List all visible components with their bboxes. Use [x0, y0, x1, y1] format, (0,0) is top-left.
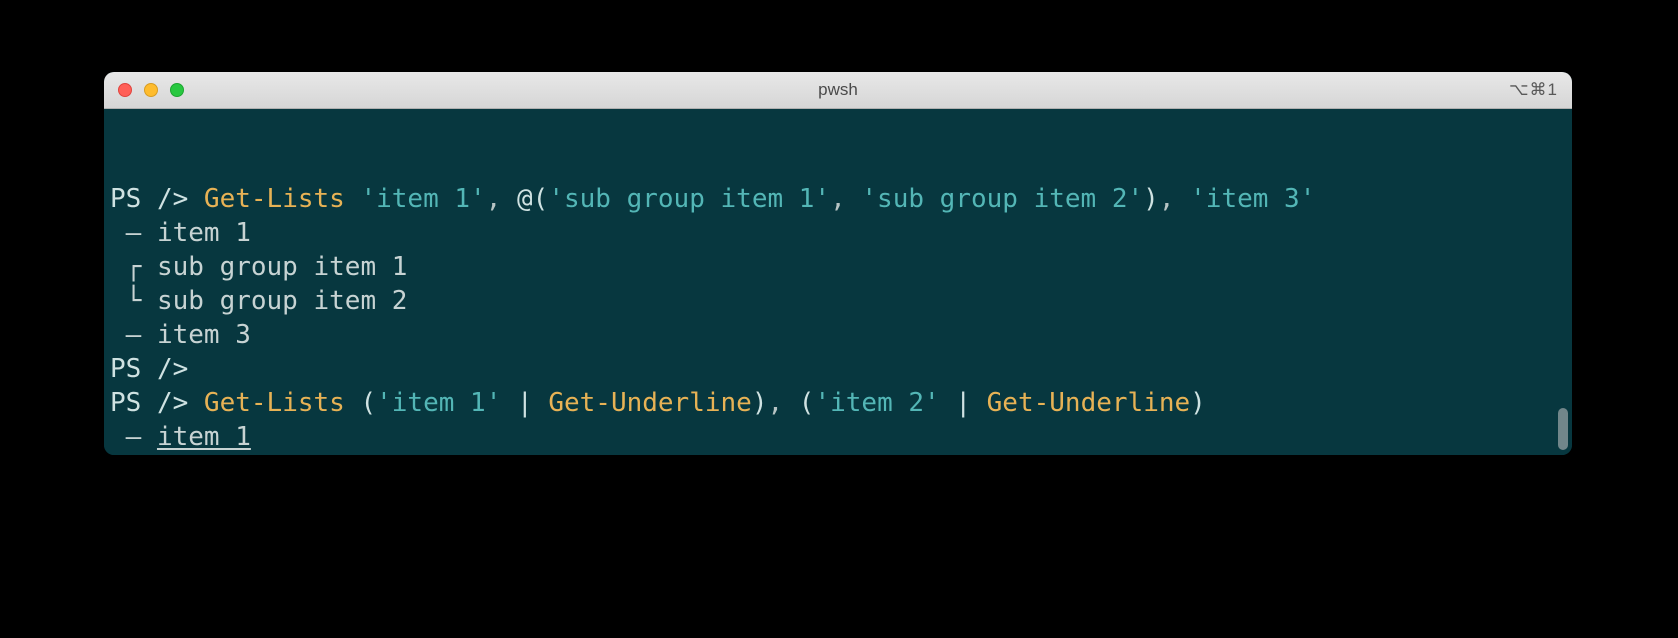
terminal-output-line: ┌ sub group item 1 [110, 250, 1566, 284]
terminal-text-segment: item 1 [157, 422, 251, 452]
window-title: pwsh [104, 80, 1572, 100]
terminal-text-segment: 'sub group item 1' [548, 184, 830, 214]
terminal-output-line: — item 3 [110, 318, 1566, 352]
terminal-command-line: PS /> Get-Lists ('item 1' | Get-Underlin… [110, 386, 1566, 420]
terminal-text-segment: ) [1143, 184, 1159, 214]
close-window-button[interactable] [118, 83, 132, 97]
terminal-text-segment: ) [1190, 388, 1206, 418]
terminal-output-line: — item 1 [110, 216, 1566, 250]
terminal-text-segment: Get-Lists [204, 388, 361, 418]
terminal-text-segment: 'item 3' [1190, 184, 1315, 214]
terminal-output-line: PS /> [110, 352, 1566, 386]
terminal-command-line: PS /> Get-Lists 'item 1', @('sub group i… [110, 182, 1566, 216]
terminal-text-segment: ( [360, 388, 376, 418]
terminal-text-segment: , [767, 388, 798, 418]
terminal-window: pwsh ⌥⌘1 PS /> Get-Lists 'item 1', @('su… [104, 72, 1572, 455]
terminal-text-segment: | [940, 388, 987, 418]
terminal-text-segment: PS /> [110, 388, 204, 418]
terminal-text-segment: 'sub group item 2' [861, 184, 1143, 214]
terminal-text-segment: Get-Lists [204, 184, 361, 214]
terminal-text-segment: PS /> [110, 184, 204, 214]
terminal-text-segment: 'item 1' [360, 184, 485, 214]
terminal-text-segment: @( [517, 184, 548, 214]
terminal-text-segment: ) [752, 388, 768, 418]
terminal-text-segment: └ sub group item 2 [110, 286, 407, 316]
zoom-window-button[interactable] [170, 83, 184, 97]
terminal-text-segment: | [501, 388, 548, 418]
terminal-text-segment: , [486, 184, 517, 214]
traffic-lights [104, 83, 184, 97]
window-shortcut-label: ⌥⌘1 [1509, 80, 1558, 100]
scrollbar-thumb[interactable] [1558, 408, 1568, 450]
terminal-text-segment: — item 3 [110, 320, 251, 350]
terminal-output-line: — item 1 [110, 420, 1566, 454]
terminal-text-segment: Get-Underline [548, 388, 752, 418]
terminal-text-segment: Get-Underline [987, 388, 1191, 418]
minimize-window-button[interactable] [144, 83, 158, 97]
terminal-text-segment: 'item 2' [814, 388, 939, 418]
terminal-text-segment: PS /> [110, 354, 188, 384]
terminal-text-segment: ┌ sub group item 1 [110, 252, 407, 282]
terminal-text-segment: 'item 1' [376, 388, 501, 418]
terminal-text-segment: , [1159, 184, 1190, 214]
terminal-body[interactable]: PS /> Get-Lists 'item 1', @('sub group i… [104, 109, 1572, 455]
terminal-text-segment: — [110, 422, 157, 452]
window-titlebar[interactable]: pwsh ⌥⌘1 [104, 72, 1572, 109]
terminal-output-line: └ sub group item 2 [110, 284, 1566, 318]
terminal-output-line: — item 2 [110, 454, 1566, 455]
terminal-text-segment: , [830, 184, 861, 214]
terminal-text-segment: ( [799, 388, 815, 418]
terminal-text-segment: — item 1 [110, 218, 251, 248]
